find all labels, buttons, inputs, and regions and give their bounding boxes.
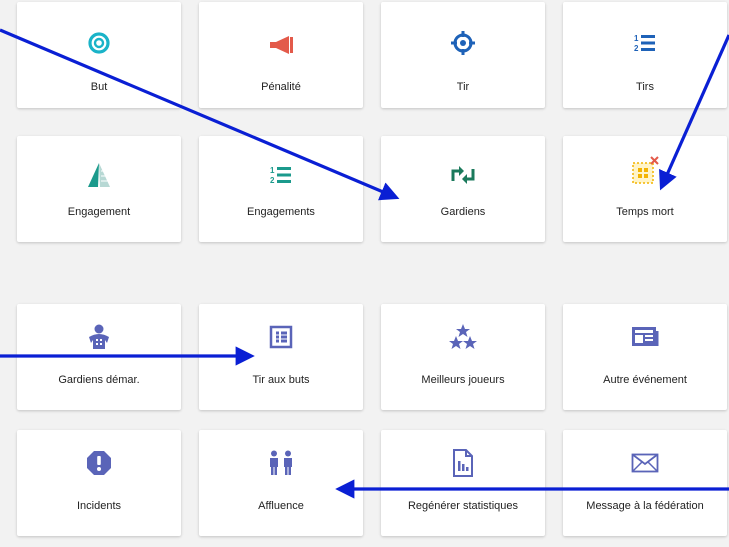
tile-label: Tir	[456, 81, 470, 93]
newspaper-icon	[563, 324, 727, 350]
file-chart-icon	[381, 449, 545, 477]
tile-regenerer-statistiques[interactable]: Regénérer statistiques	[381, 430, 545, 536]
list-box-icon	[199, 324, 363, 350]
exclamation-octagon-icon	[17, 450, 181, 476]
tile-tir-aux-buts[interactable]: Tir aux buts	[199, 304, 363, 410]
triangle-split-icon	[17, 162, 181, 188]
tile-engagement[interactable]: Engagement	[17, 136, 181, 242]
target-ring-icon	[17, 30, 181, 56]
tile-meilleurs-joueurs[interactable]: Meilleurs joueurs	[381, 304, 545, 410]
grid-cancel-icon	[563, 156, 727, 184]
tile-label: Temps mort	[616, 206, 674, 218]
goalie-person-icon	[17, 324, 181, 350]
tile-tirs[interactable]: 12 Tirs	[563, 2, 727, 108]
swap-arrows-icon	[381, 162, 545, 188]
tile-label: Meilleurs joueurs	[421, 374, 505, 386]
tile-gardiens[interactable]: Gardiens	[381, 136, 545, 242]
tile-message-federation[interactable]: Message à la fédération	[563, 430, 727, 536]
numbered-list-icon: 12	[563, 30, 727, 56]
tile-label: Tirs	[636, 81, 654, 93]
tile-penalite[interactable]: Pénalité	[199, 2, 363, 108]
tile-label: Gardiens	[440, 206, 486, 218]
svg-text:1: 1	[634, 34, 639, 43]
svg-text:2: 2	[270, 176, 275, 185]
tile-autre-evenement[interactable]: Autre événement	[563, 304, 727, 410]
tile-label: Autre événement	[603, 374, 687, 386]
tile-label: Engagements	[247, 206, 315, 218]
tile-affluence[interactable]: Affluence	[199, 430, 363, 536]
svg-text:2: 2	[634, 44, 639, 53]
svg-text:1: 1	[270, 166, 275, 175]
tile-tir[interactable]: Tir	[381, 2, 545, 108]
tile-label: Regénérer statistiques	[407, 500, 519, 512]
tile-label: Engagement	[67, 206, 131, 218]
crosshair-icon	[381, 30, 545, 56]
tile-gardiens-demar[interactable]: Gardiens démar.	[17, 304, 181, 410]
tile-label: Message à la fédération	[586, 500, 704, 512]
tile-temps-mort[interactable]: Temps mort	[563, 136, 727, 242]
tile-incidents[interactable]: Incidents	[17, 430, 181, 536]
tile-engagements[interactable]: 12 Engagements	[199, 136, 363, 242]
numbered-list-icon: 12	[199, 162, 363, 188]
tile-label: Tir aux buts	[252, 374, 310, 386]
envelope-icon	[563, 450, 727, 476]
tile-but[interactable]: But	[17, 2, 181, 108]
tile-label: Affluence	[258, 500, 304, 512]
three-stars-icon	[381, 324, 545, 350]
tile-label: But	[90, 81, 108, 93]
megaphone-icon	[199, 32, 363, 58]
tile-label: Pénalité	[261, 81, 301, 93]
people-icon	[199, 450, 363, 476]
tile-label: Incidents	[76, 500, 122, 512]
tile-label: Gardiens démar.	[58, 374, 140, 386]
